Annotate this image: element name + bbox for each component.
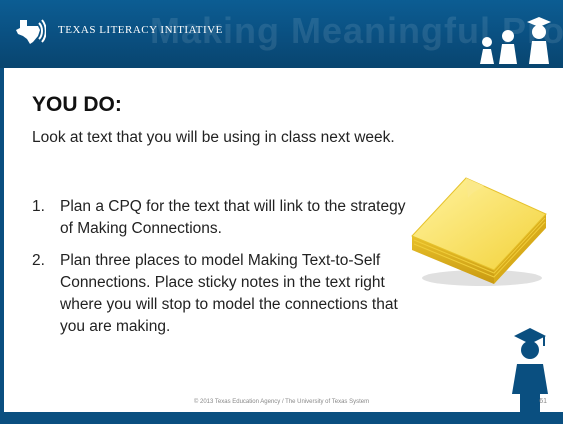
page-number: 61 xyxy=(539,398,547,405)
instruction-list: 1. Plan a CPQ for the text that will lin… xyxy=(32,196,412,348)
list-item: 2. Plan three places to model Making Tex… xyxy=(32,250,412,338)
list-item-number: 1. xyxy=(32,198,45,215)
intro-text: Look at text that you will be using in c… xyxy=(32,129,395,146)
organization-name: TEXAS LITERACY INITIATIVE xyxy=(58,24,223,36)
list-item-text: Plan a CPQ for the text that will link t… xyxy=(60,198,406,237)
texas-logo-icon xyxy=(16,19,46,44)
list-item: 1. Plan a CPQ for the text that will lin… xyxy=(32,196,412,240)
graduate-figures-icon xyxy=(480,17,551,64)
left-border xyxy=(0,68,4,424)
slide-title: YOU DO: xyxy=(32,93,122,116)
bottom-border xyxy=(0,412,563,424)
header-band: Making Meaningful Progress TEXAS LITERAC… xyxy=(0,0,563,68)
list-item-number: 2. xyxy=(32,252,45,269)
sticky-notes-icon xyxy=(411,177,547,286)
copyright-footer: © 2013 Texas Education Agency / The Univ… xyxy=(193,399,370,405)
slide: Making Meaningful Progress TEXAS LITERAC… xyxy=(0,0,563,424)
list-item-text: Plan three places to model Making Text-t… xyxy=(60,252,398,335)
